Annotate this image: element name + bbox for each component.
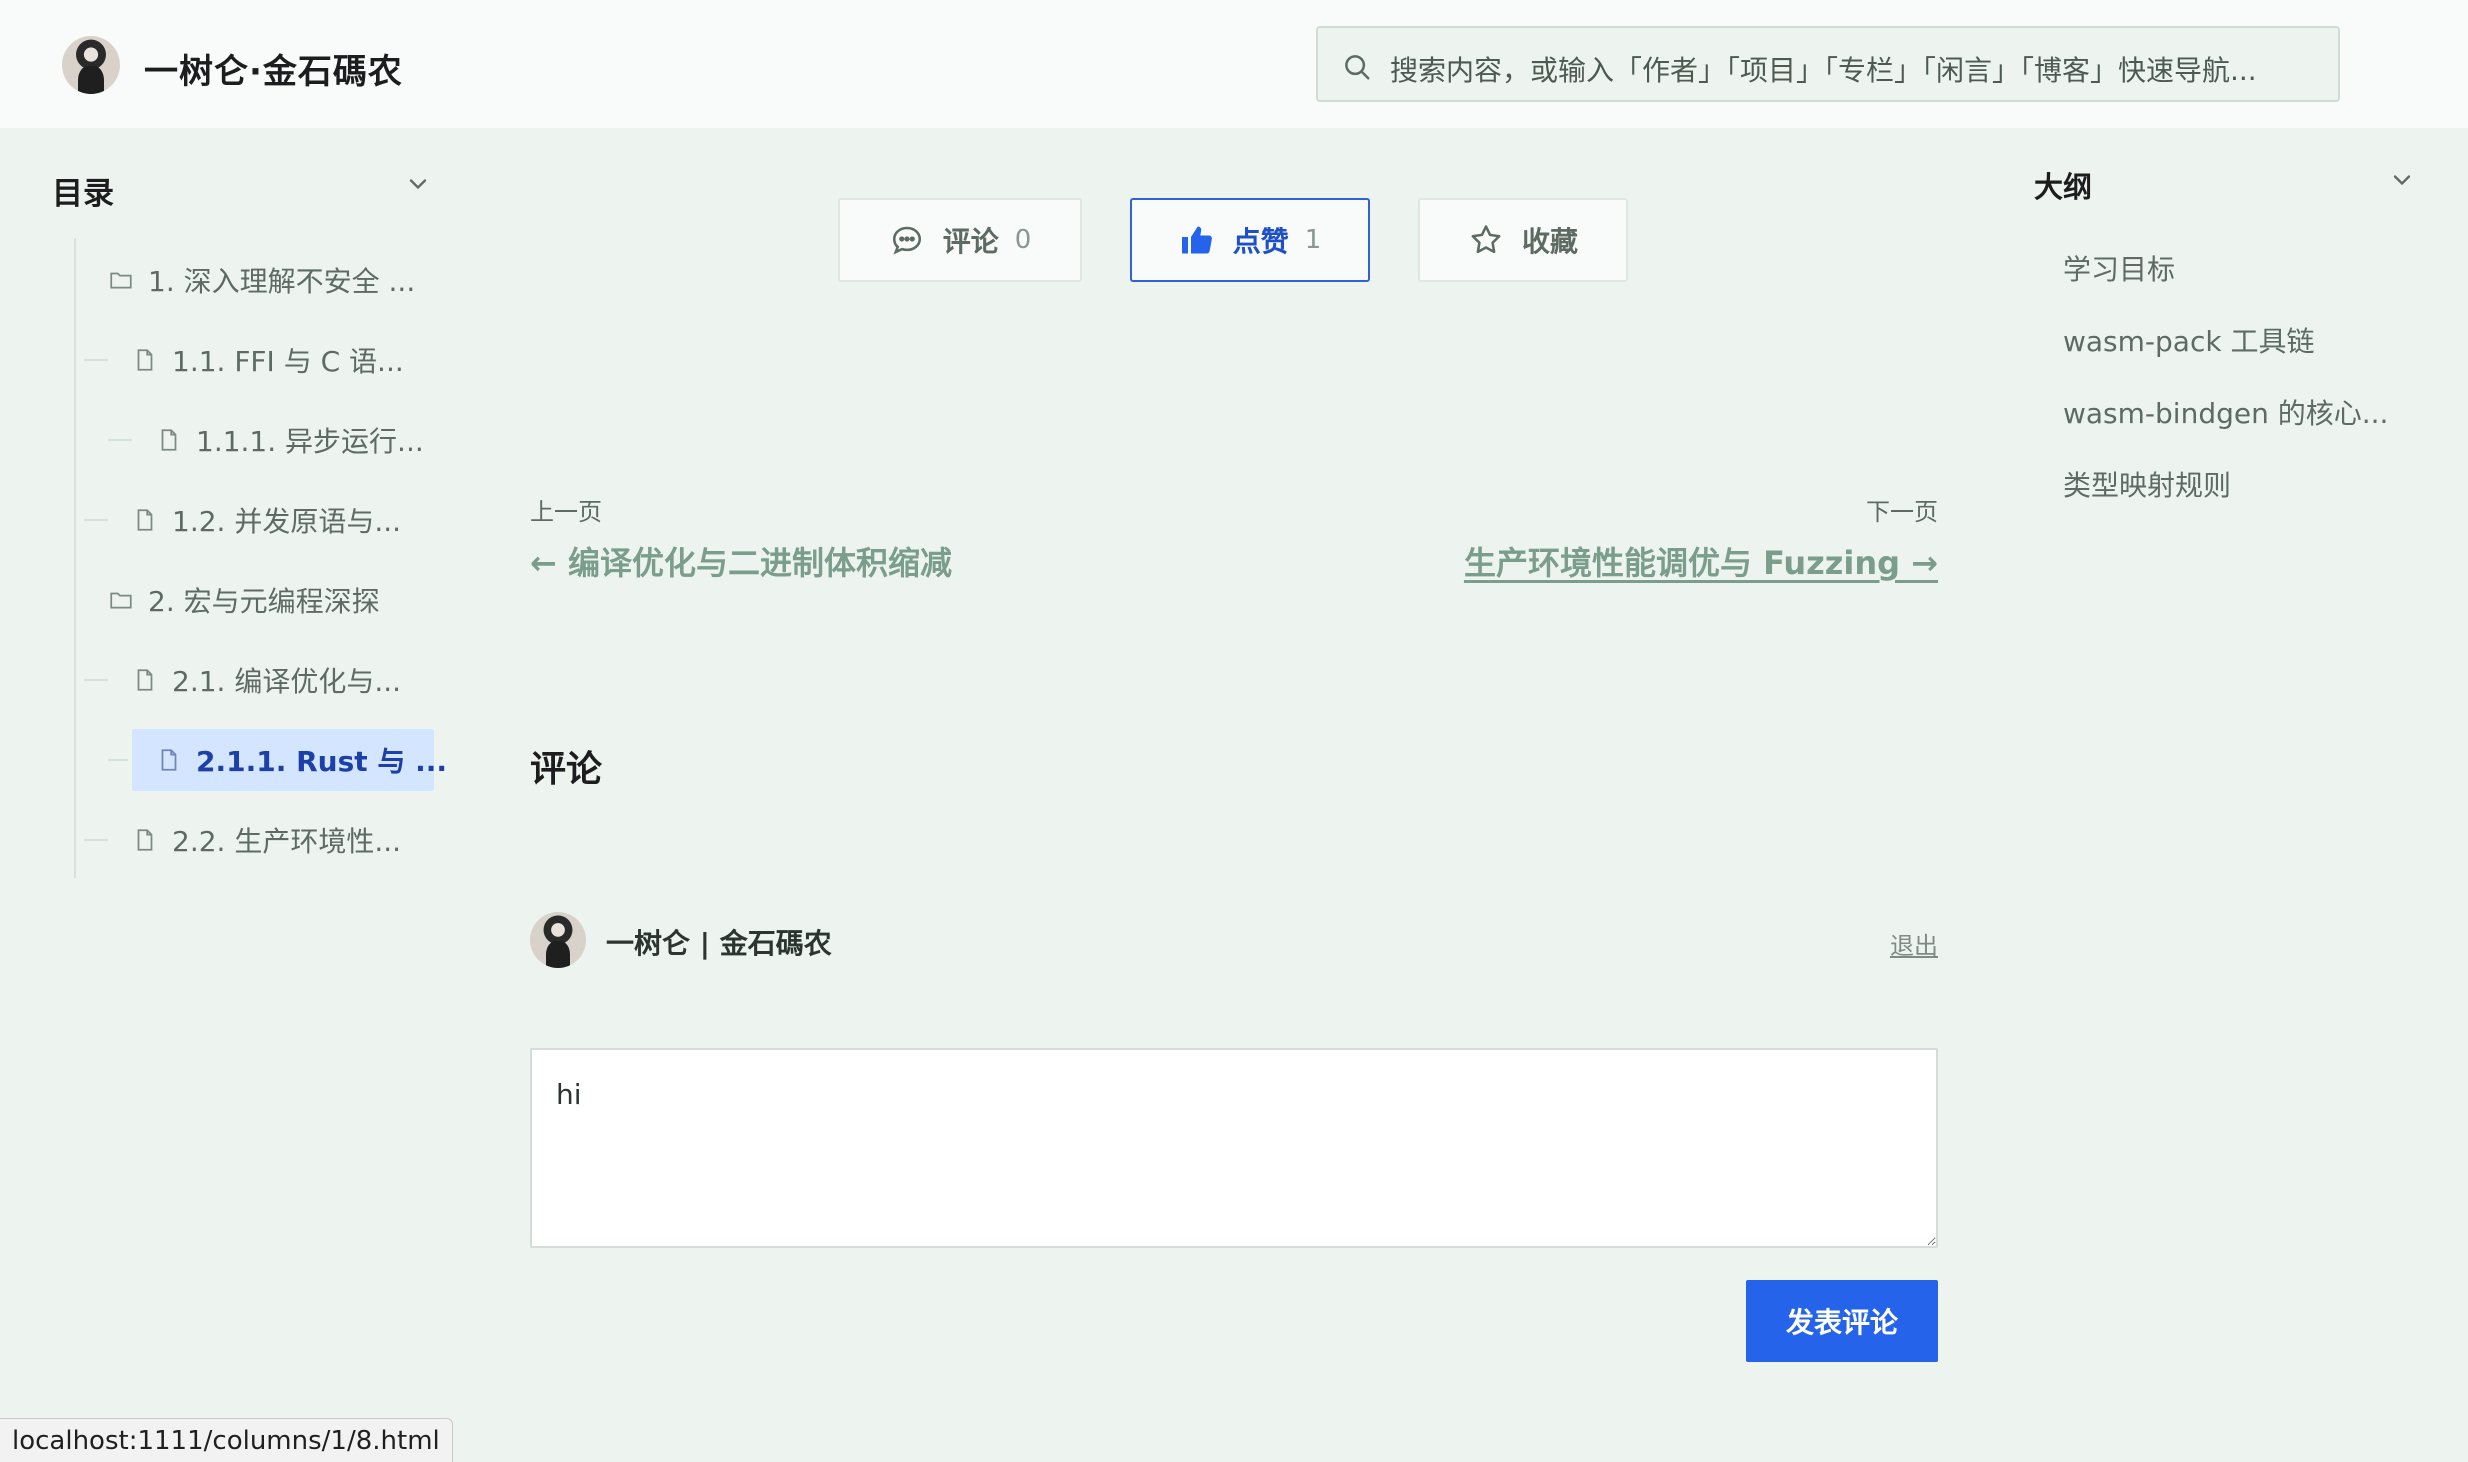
comment-button[interactable]: 评论 0 xyxy=(838,198,1082,282)
prev-page-link[interactable]: ← 编译优化与二进制体积缩减 xyxy=(530,538,952,584)
file-icon xyxy=(161,749,177,771)
outline-item[interactable]: wasm-bindgen 的核心... xyxy=(2063,392,2388,432)
search-icon xyxy=(1345,55,1370,80)
outline-title: 大纲 xyxy=(2034,170,2093,204)
thumbs-up-icon xyxy=(1181,226,1212,254)
user-avatar xyxy=(530,912,586,968)
site-avatar[interactable] xyxy=(62,36,120,94)
site-title[interactable]: 一树仑·金石碼农 xyxy=(144,44,403,93)
star-icon xyxy=(1471,225,1501,254)
like-count: 1 xyxy=(1304,225,1322,255)
toc-title: 目录 xyxy=(52,176,114,212)
comment-count: 0 xyxy=(1014,225,1032,255)
search-box[interactable]: 搜索内容，或输入「作者」「项目」「专栏」「闲言」「博客」快速导航... xyxy=(1316,26,2340,102)
outline-item[interactable]: wasm-pack 工具链 xyxy=(2063,320,2314,360)
toc-item-label: 1.1.1. 异步运行... xyxy=(196,425,424,458)
toc-item-label: 1.2. 并发原语与... xyxy=(172,505,402,538)
toc-item-label: 1. 深入理解不安全 ... xyxy=(148,265,416,298)
toc-item-label: 2. 宏与元编程深探 xyxy=(148,585,380,618)
chevron-down-icon[interactable] xyxy=(404,170,432,198)
toc-item-1[interactable]: 1. 深入理解不安全 ... xyxy=(108,249,432,311)
outline-item[interactable]: 学习目标 xyxy=(2063,248,2175,288)
chevron-down-icon[interactable] xyxy=(2388,166,2416,194)
file-icon xyxy=(137,829,153,851)
file-icon xyxy=(137,349,153,371)
status-bar-url: localhost:1111/columns/1/8.html xyxy=(0,1418,453,1462)
toc-item-2-1-1[interactable]: 2.1.1. Rust 与 ... xyxy=(108,729,447,791)
folder-icon xyxy=(110,592,132,609)
next-page-link[interactable]: 生产环境性能调优与 Fuzzing → xyxy=(1464,538,1938,584)
like-button-label: 点赞 xyxy=(1232,225,1289,258)
folder-icon xyxy=(110,272,132,289)
toc-item-label: 2.2. 生产环境性... xyxy=(172,825,402,858)
submit-comment-button[interactable]: 发表评论 xyxy=(1746,1280,1938,1362)
favorite-button-label: 收藏 xyxy=(1521,225,1578,258)
toc-item-2-2[interactable]: 2.2. 生产环境性... xyxy=(84,809,432,871)
toc-item-1-1[interactable]: 1.1. FFI 与 C 语... xyxy=(84,329,432,391)
file-icon xyxy=(137,509,153,531)
outline-item[interactable]: 类型映射规则 xyxy=(2063,464,2231,504)
user-name: 一树仑 | 金石碼农 xyxy=(606,927,832,960)
comments-heading: 评论 xyxy=(530,749,603,790)
toc-item-2[interactable]: 2. 宏与元编程深探 xyxy=(108,569,432,631)
comment-button-label: 评论 xyxy=(942,225,999,258)
toc-item-label: 1.1. FFI 与 C 语... xyxy=(172,345,404,378)
toc-item-label: 2.1.1. Rust 与 ... xyxy=(196,745,448,778)
toc-item-1-2[interactable]: 1.2. 并发原语与... xyxy=(84,489,432,551)
next-page-caption: 下一页 xyxy=(1866,498,1938,526)
file-icon xyxy=(161,429,177,451)
favorite-button[interactable]: 收藏 xyxy=(1418,198,1628,282)
site-header: 一树仑·金石碼农 搜索内容，或输入「作者」「项目」「专栏」「闲言」「博客」快速导… xyxy=(0,0,2468,128)
file-icon xyxy=(137,669,153,691)
search-input[interactable]: 搜索内容，或输入「作者」「项目」「专栏」「闲言」「博客」快速导航... xyxy=(1390,49,2310,89)
comment-input[interactable]: hi xyxy=(530,1048,1938,1248)
toc-item-label: 2.1. 编译优化与... xyxy=(172,665,402,698)
toc-item-1-1-1[interactable]: 1.1.1. 异步运行... xyxy=(108,409,432,471)
prev-page-caption: 上一页 xyxy=(530,498,602,526)
toc-item-2-1[interactable]: 2.1. 编译优化与... xyxy=(84,649,432,711)
like-button[interactable]: 点赞 1 xyxy=(1130,198,1370,282)
toc-rail xyxy=(74,238,76,878)
chat-bubble-icon xyxy=(892,226,921,255)
logout-link[interactable]: 退出 xyxy=(1890,926,1938,961)
